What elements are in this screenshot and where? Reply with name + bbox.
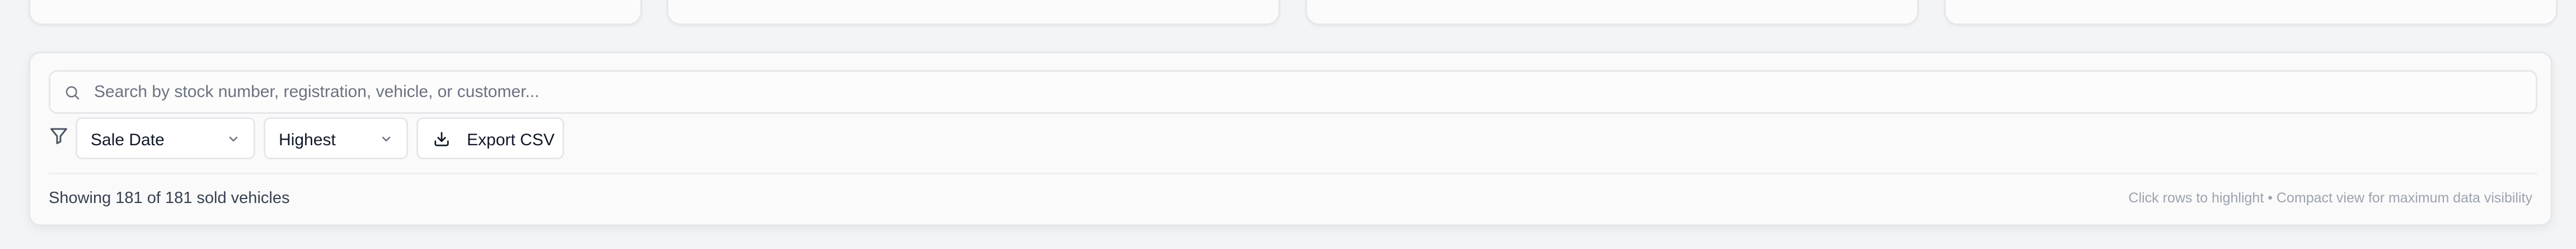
sort-order-label: Highest — [279, 131, 336, 149]
divider — [49, 173, 2537, 174]
search-box[interactable] — [49, 70, 2537, 114]
summary-card — [1305, 0, 1919, 25]
results-count: Showing 181 of 181 sold vehicles — [49, 189, 290, 207]
sort-field-label: Sale Date — [91, 131, 165, 149]
sort-order-select[interactable]: Highest — [264, 117, 408, 159]
search-input[interactable] — [94, 72, 2523, 112]
summary-card — [667, 0, 1280, 25]
usage-hint: Click rows to highlight • Compact view f… — [2128, 190, 2532, 206]
filter-panel: Sale Date Highest Export CSV Showing 181… — [29, 52, 2552, 226]
chevron-down-icon — [229, 136, 238, 142]
summary-card — [29, 0, 642, 25]
sort-field-select[interactable]: Sale Date — [76, 117, 255, 159]
download-icon — [434, 132, 449, 146]
chevron-down-icon — [382, 136, 391, 142]
export-csv-button[interactable]: Export CSV — [416, 117, 564, 159]
filter-icon — [50, 128, 67, 144]
search-icon — [65, 86, 79, 100]
summary-card — [1944, 0, 2558, 25]
export-csv-label: Export CSV — [467, 131, 555, 149]
